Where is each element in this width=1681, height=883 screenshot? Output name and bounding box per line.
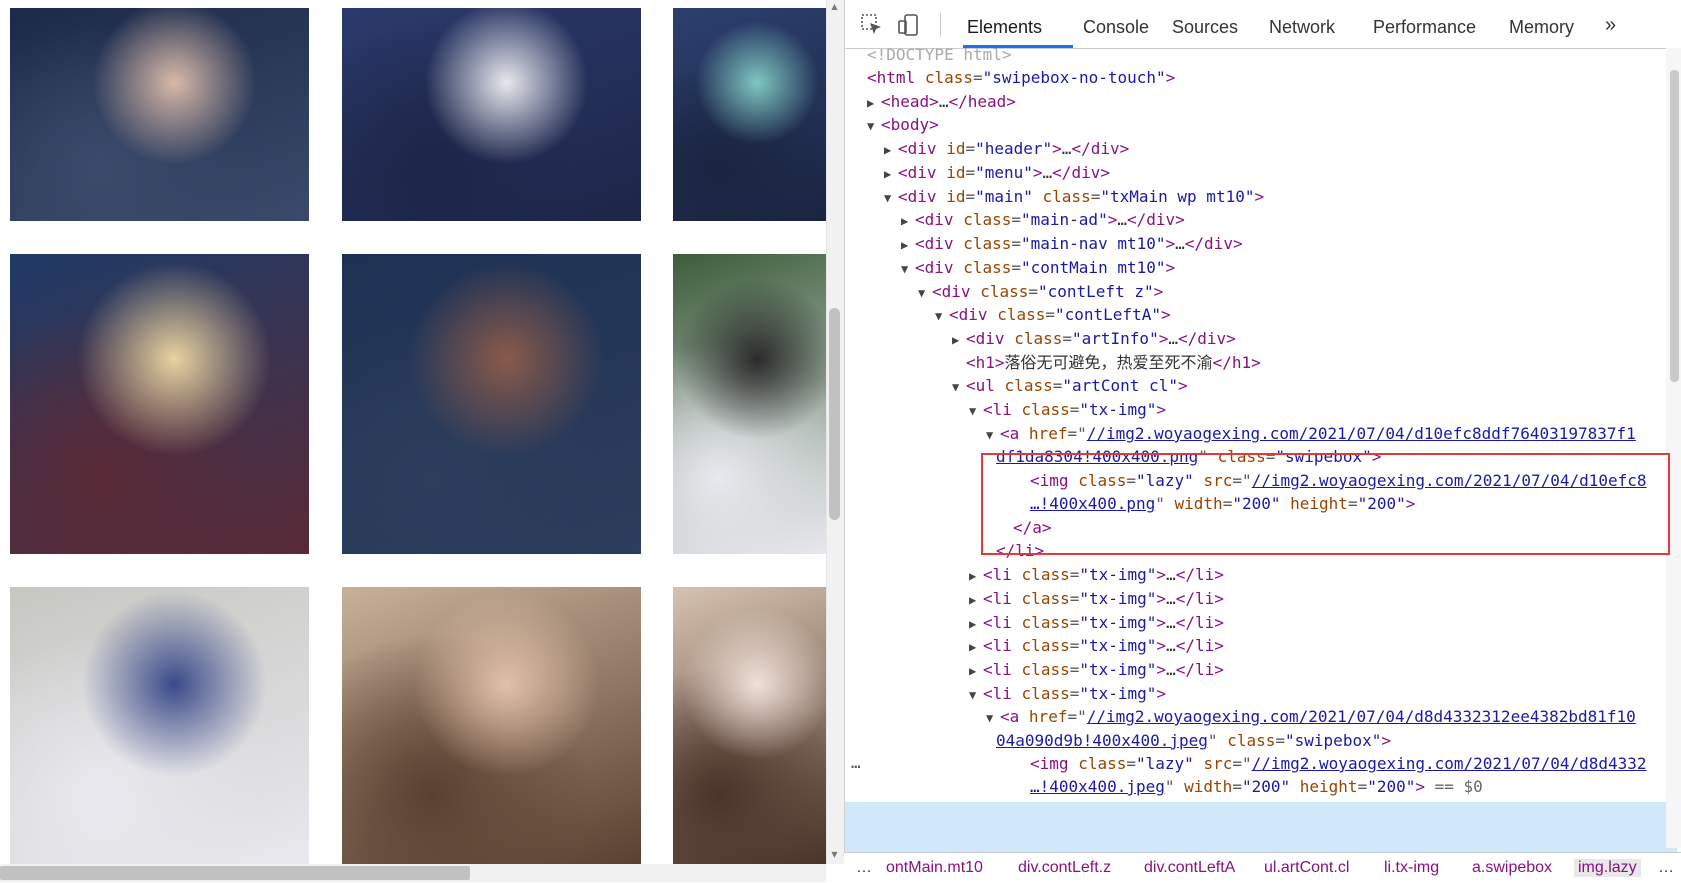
href-link[interactable]: //img2.woyaogexing.com/2021/07/04/d10efc… bbox=[1087, 424, 1636, 443]
highlight-box bbox=[981, 453, 1670, 555]
devtools-toolbar: Elements Console Sources Network Perform… bbox=[845, 0, 1681, 49]
webpage-viewport bbox=[0, 0, 826, 882]
horizontal-scrollbar-thumb[interactable] bbox=[0, 866, 470, 880]
src-link[interactable]: //img2.woyaogexing.com/2021/07/04/d8d433… bbox=[1252, 754, 1647, 773]
tab-network[interactable]: Network bbox=[1269, 17, 1335, 38]
collapse-arrow-icon[interactable]: ▼ bbox=[867, 114, 881, 139]
breadcrumb-item[interactable]: div.contLeft.z bbox=[1018, 859, 1111, 877]
collapse-arrow-icon[interactable]: ▼ bbox=[935, 304, 949, 329]
tree-line-div-contmain[interactable]: ▼ <div class="contMain mt10"> bbox=[901, 255, 1175, 280]
collapse-arrow-icon[interactable]: ▼ bbox=[952, 375, 966, 400]
tree-line-div-contlefta[interactable]: ▼ <div class="contLeftA"> bbox=[935, 302, 1171, 327]
tree-line-li-4[interactable]: ▶ <li class="tx-img">…</li> bbox=[969, 610, 1224, 635]
device-toolbar-icon[interactable] bbox=[896, 12, 922, 38]
tree-line-li-7[interactable]: ▼ <li class="tx-img"> bbox=[969, 681, 1166, 706]
breadcrumb-item[interactable]: li.tx-img bbox=[1384, 859, 1439, 877]
tree-line-head[interactable]: ▶ <head>…</head> bbox=[867, 89, 1016, 114]
scroll-up-arrow-icon[interactable]: ▲ bbox=[829, 2, 840, 12]
tree-line-a-2-cont[interactable]: 04a090d9b!400x400.jpeg" class="swipebox"… bbox=[996, 728, 1391, 753]
tree-line-div-main-ad[interactable]: ▶ <div class="main-ad">…</div> bbox=[901, 207, 1185, 232]
photo-thumbnail[interactable] bbox=[342, 587, 641, 864]
photo-thumbnail[interactable] bbox=[342, 254, 641, 554]
photo-thumbnail[interactable] bbox=[673, 8, 826, 221]
breadcrumb-item[interactable]: div.contLeftA bbox=[1144, 859, 1235, 877]
breadcrumb-item[interactable]: ontMain.mt10 bbox=[886, 859, 983, 877]
collapse-arrow-icon[interactable]: ▼ bbox=[918, 281, 932, 306]
href-link-cont[interactable]: 04a090d9b!400x400.jpeg bbox=[996, 731, 1208, 750]
tree-line-h1[interactable]: <h1>落俗无可避免，热爱至死不渝</h1> bbox=[966, 350, 1261, 375]
tree-line-div-artinfo[interactable]: ▶ <div class="artInfo">…</div> bbox=[952, 326, 1236, 351]
tab-memory[interactable]: Memory bbox=[1509, 17, 1574, 38]
collapse-arrow-icon[interactable]: ▼ bbox=[901, 257, 915, 282]
tree-line-div-header[interactable]: ▶ <div id="header">…</div> bbox=[884, 136, 1129, 161]
breadcrumb-more-icon[interactable]: … bbox=[856, 859, 872, 877]
breadcrumb-item-selected[interactable]: img.lazy bbox=[1574, 859, 1641, 877]
breadcrumb: … ontMain.mt10 div.contLeft.z div.contLe… bbox=[844, 852, 1681, 883]
tree-line-div-contleft[interactable]: ▼ <div class="contLeft z"> bbox=[918, 279, 1163, 304]
tree-line-body[interactable]: ▼ <body> bbox=[867, 112, 939, 137]
inspect-element-icon[interactable] bbox=[859, 12, 885, 38]
tab-elements[interactable]: Elements bbox=[967, 17, 1042, 38]
photo-thumbnail[interactable] bbox=[10, 8, 309, 221]
vertical-scrollbar-thumb[interactable] bbox=[829, 308, 840, 520]
more-tabs-icon[interactable]: » bbox=[1605, 14, 1616, 37]
expand-arrow-icon[interactable]: ▶ bbox=[952, 328, 966, 353]
breadcrumb-more-icon[interactable]: … bbox=[1658, 859, 1674, 877]
tree-line-img-2-cont[interactable]: …!400x400.jpeg" width="200" height="200"… bbox=[1030, 774, 1483, 799]
tree-line-a-2[interactable]: ▼ <a href="//img2.woyaogexing.com/2021/07… bbox=[986, 704, 1636, 729]
breadcrumb-item[interactable]: ul.artCont.cl bbox=[1264, 859, 1349, 877]
tree-line-img-2[interactable]: <img class="lazy" src="//img2.woyaogexin… bbox=[1030, 751, 1647, 776]
dom-tree: <!DOCTYPE html> <html class="swipebox-no… bbox=[845, 48, 1681, 848]
src-link-cont[interactable]: …!400x400.jpeg bbox=[1030, 777, 1165, 796]
photo-thumbnail[interactable] bbox=[673, 587, 826, 864]
row-actions-icon[interactable]: … bbox=[851, 750, 861, 775]
tree-line-html[interactable]: <html class="swipebox-no-touch"> bbox=[867, 65, 1175, 90]
photo-thumbnail[interactable] bbox=[10, 587, 309, 864]
breadcrumb-item[interactable]: a.swipebox bbox=[1472, 859, 1552, 877]
collapse-arrow-icon[interactable]: ▼ bbox=[884, 186, 898, 211]
tree-line-li-6[interactable]: ▶ <li class="tx-img">…</li> bbox=[969, 657, 1224, 682]
tab-sources[interactable]: Sources bbox=[1172, 17, 1238, 38]
tree-line-li-1[interactable]: ▼ <li class="tx-img"> bbox=[969, 397, 1166, 422]
devtools-panel: Elements Console Sources Network Perform… bbox=[844, 0, 1681, 882]
tree-line-li-3[interactable]: ▶ <li class="tx-img">…</li> bbox=[969, 586, 1224, 611]
tree-line-div-main[interactable]: ▼ <div id="main" class="txMain wp mt10"> bbox=[884, 184, 1264, 209]
tab-console[interactable]: Console bbox=[1083, 17, 1149, 38]
tab-performance[interactable]: Performance bbox=[1373, 17, 1476, 38]
tree-line-li-5[interactable]: ▶ <li class="tx-img">…</li> bbox=[969, 633, 1224, 658]
tree-line-a-1[interactable]: ▼ <a href="//img2.woyaogexing.com/2021/07… bbox=[986, 421, 1636, 446]
tree-line-div-menu[interactable]: ▶ <div id="menu">…</div> bbox=[884, 160, 1110, 185]
photo-thumbnail[interactable] bbox=[673, 254, 826, 554]
tree-line-div-main-nav[interactable]: ▶ <div class="main-nav mt10">…</div> bbox=[901, 231, 1243, 256]
collapse-arrow-icon[interactable]: ▼ bbox=[969, 683, 983, 708]
toolbar-divider bbox=[940, 13, 941, 37]
devtools-scrollbar-thumb[interactable] bbox=[1670, 70, 1679, 382]
tree-line-li-2[interactable]: ▶ <li class="tx-img">…</li> bbox=[969, 562, 1224, 587]
href-link[interactable]: //img2.woyaogexing.com/2021/07/04/d8d433… bbox=[1087, 707, 1636, 726]
collapse-arrow-icon[interactable]: ▼ bbox=[969, 399, 983, 424]
scroll-down-arrow-icon[interactable]: ▼ bbox=[829, 850, 840, 860]
photo-thumbnail[interactable] bbox=[10, 254, 309, 554]
photo-thumbnail[interactable] bbox=[342, 8, 641, 221]
tree-line-ul-artcont[interactable]: ▼ <ul class="artCont cl"> bbox=[952, 373, 1188, 398]
